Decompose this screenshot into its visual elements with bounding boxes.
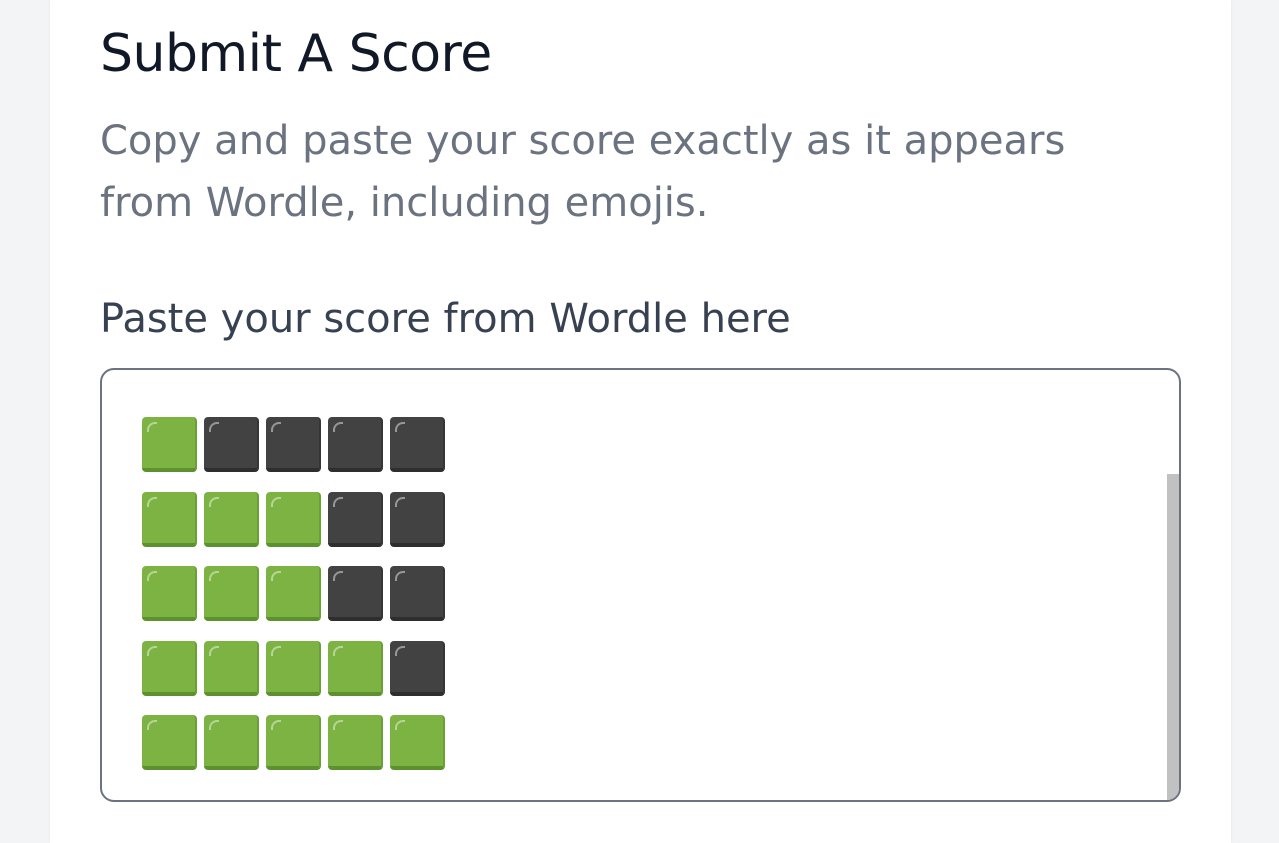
black-square-icon [266, 417, 321, 472]
green-square-icon [204, 640, 259, 696]
green-square-icon [328, 640, 383, 696]
green-square-icon [142, 715, 197, 770]
textarea-scrollbar[interactable] [1167, 474, 1179, 800]
score-row [142, 715, 445, 771]
black-square-icon [390, 566, 445, 621]
green-square-icon [204, 491, 259, 547]
score-row [142, 417, 445, 473]
green-square-icon [266, 640, 321, 696]
green-square-icon [328, 715, 383, 770]
score-row [142, 566, 445, 622]
score-textarea[interactable] [100, 368, 1181, 802]
black-square-icon [390, 417, 445, 472]
green-square-icon [142, 491, 197, 547]
green-square-icon [266, 566, 321, 621]
green-square-icon [142, 566, 197, 621]
black-square-icon [390, 640, 445, 696]
green-square-icon [390, 715, 445, 770]
score-row [142, 491, 445, 548]
green-square-icon [142, 640, 197, 696]
score-field-label: Paste your score from Wordle here [100, 296, 791, 342]
black-square-icon [204, 417, 259, 472]
page-title: Submit A Score [100, 24, 492, 84]
black-square-icon [328, 491, 383, 547]
submit-score-card: Submit A Score Copy and paste your score… [50, 0, 1231, 843]
instructions-text: Copy and paste your score exactly as it … [100, 118, 1066, 226]
green-square-icon [204, 715, 259, 770]
score-row [142, 640, 445, 697]
green-square-icon [266, 715, 321, 770]
wordle-score-grid [142, 417, 445, 790]
black-square-icon [328, 417, 383, 472]
green-square-icon [204, 566, 259, 621]
black-square-icon [328, 566, 383, 621]
green-square-icon [142, 417, 197, 472]
green-square-icon [266, 491, 321, 547]
black-square-icon [390, 491, 445, 547]
